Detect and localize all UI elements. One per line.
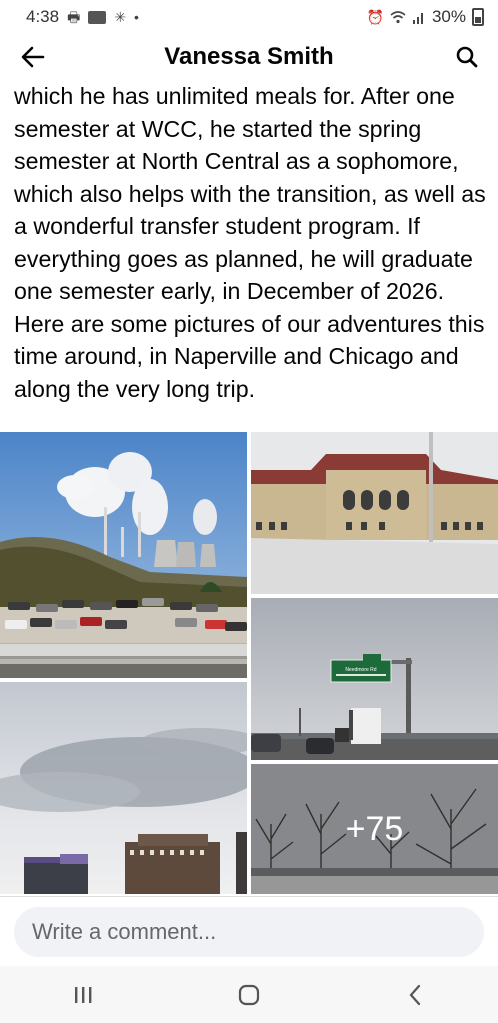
photo-snowy-trees[interactable]: +75: [251, 764, 498, 894]
more-photos-overlay[interactable]: +75: [251, 764, 498, 894]
system-navbar: [0, 966, 498, 1023]
search-icon: [456, 46, 478, 68]
status-bar: 4:38 🖶 ✳ • ⏰ 30%: [0, 0, 498, 34]
photo-skyline[interactable]: [0, 682, 247, 894]
more-photos-count: +75: [345, 809, 404, 848]
header: Vanessa Smith: [0, 34, 498, 80]
system-back-button[interactable]: [385, 975, 445, 1015]
recent-apps-button[interactable]: [53, 975, 113, 1015]
status-left: 4:38 🖶 ✳ •: [26, 7, 139, 27]
status-right: ⏰ 30%: [367, 7, 484, 27]
back-nav-icon: [409, 984, 421, 1005]
home-icon: [238, 984, 260, 1005]
photo-highway-sign[interactable]: Needmore Rd: [251, 598, 498, 760]
home-button[interactable]: [219, 975, 279, 1015]
signal-icon: [412, 13, 423, 24]
pinwheel-icon: ✳: [114, 9, 127, 25]
arrow-left-icon: [21, 46, 45, 68]
comment-bar: Write a comment...: [0, 896, 498, 966]
battery-icon: [472, 8, 484, 26]
status-time: 4:38: [26, 7, 60, 26]
highway-sign-label: Needmore Rd: [345, 667, 376, 673]
photo-building[interactable]: [251, 432, 498, 594]
search-button[interactable]: [452, 42, 482, 72]
photo-power-plant[interactable]: [0, 432, 247, 678]
app-badge-icon: [88, 10, 107, 24]
battery-percent: 30%: [431, 7, 466, 26]
recent-apps-icon: [75, 986, 92, 1003]
wifi-icon: [390, 11, 406, 24]
dot-icon: •: [134, 9, 139, 25]
post-text: which he has unlimited meals for. After …: [14, 83, 486, 402]
page-title: Vanessa Smith: [164, 43, 334, 70]
comment-input[interactable]: Write a comment...: [14, 907, 484, 957]
alarm-icon: ⏰: [366, 9, 384, 25]
back-button[interactable]: [18, 42, 48, 72]
printer-icon: 🖶: [67, 9, 81, 25]
